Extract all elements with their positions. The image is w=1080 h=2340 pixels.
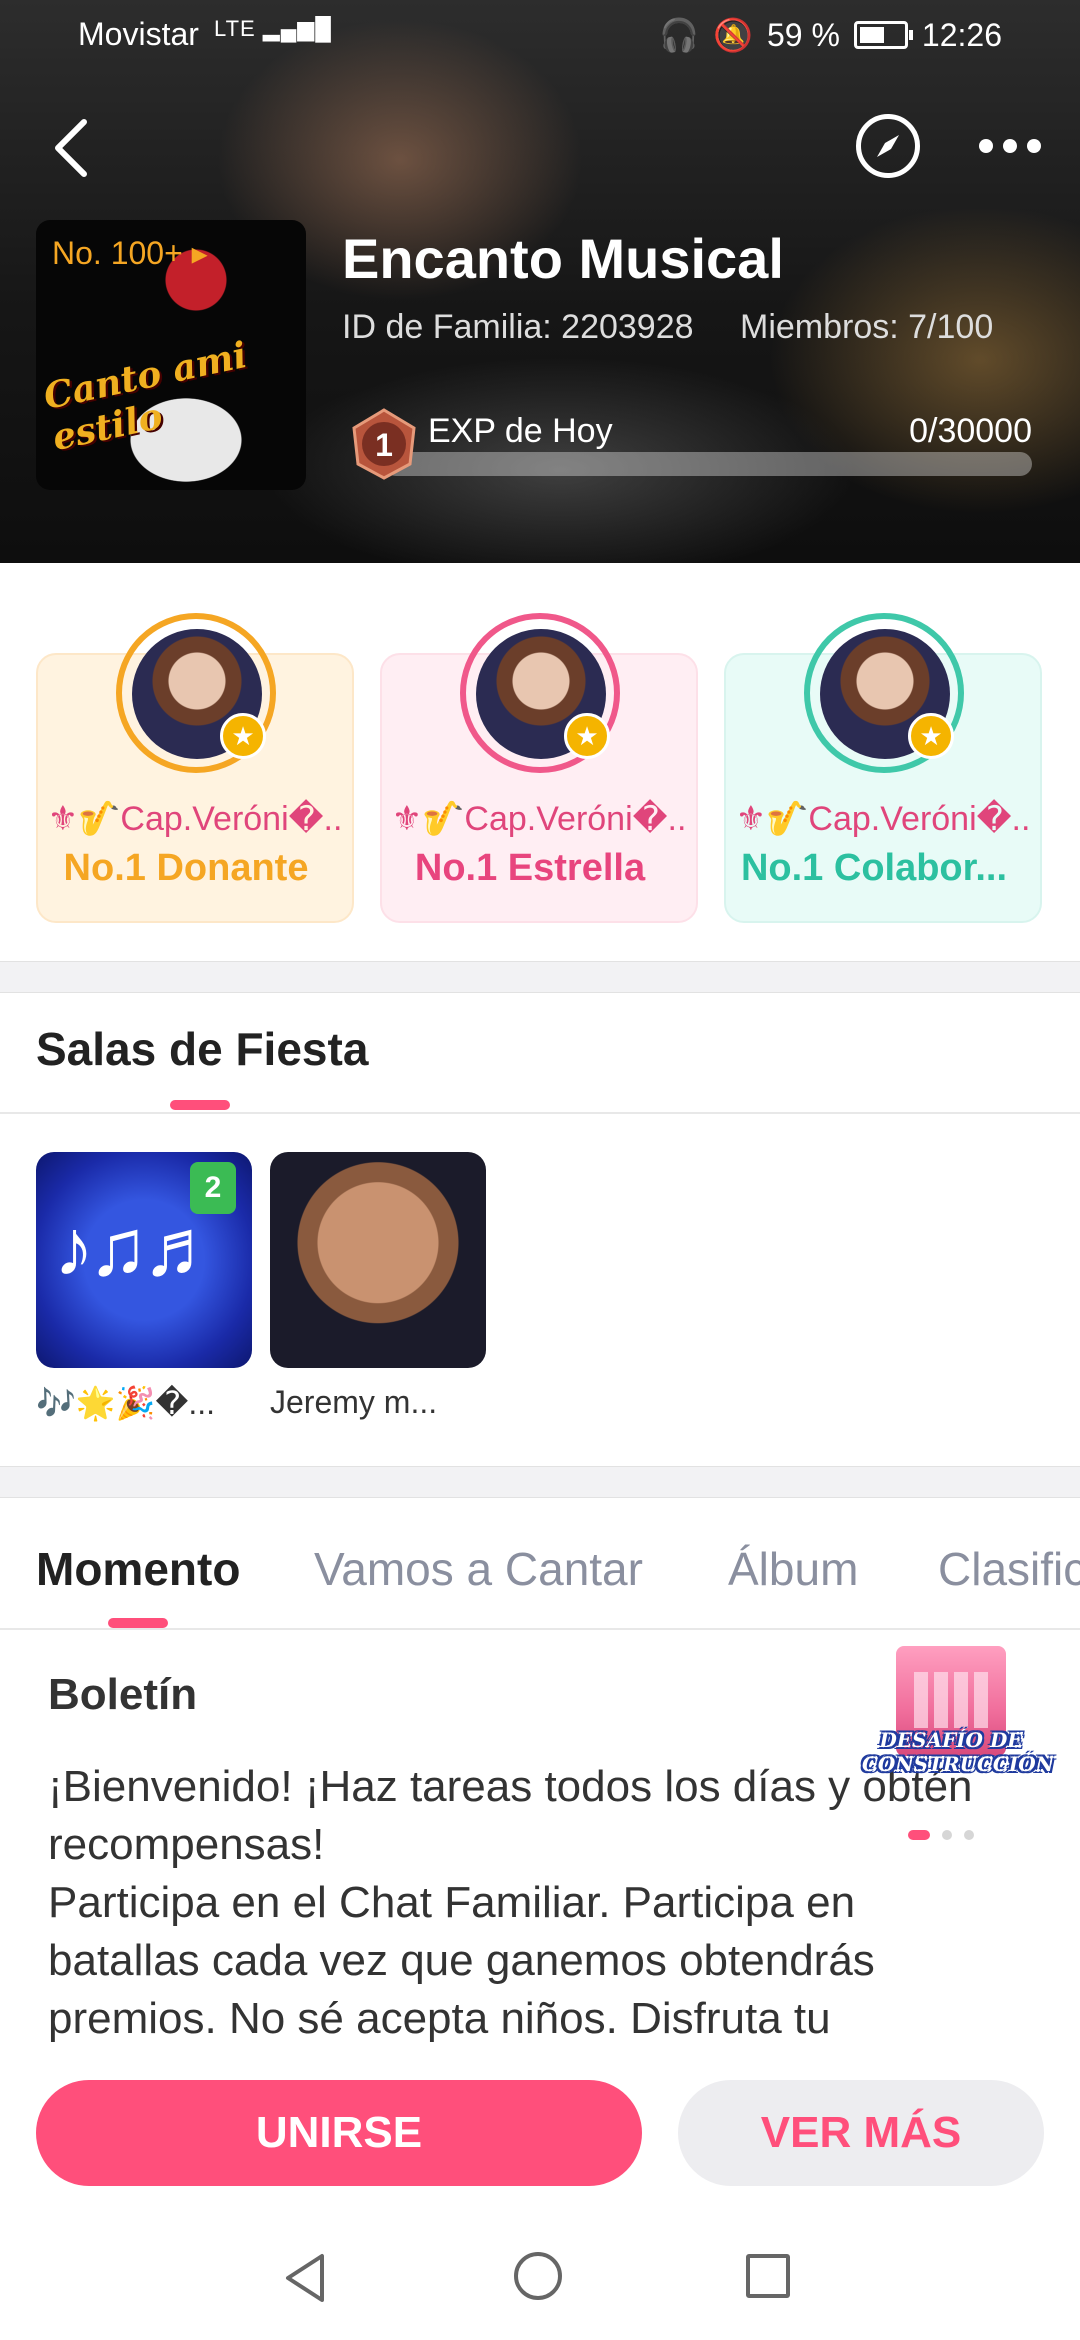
more-options-icon[interactable] xyxy=(970,126,1050,166)
system-home-icon[interactable] xyxy=(514,2252,562,2300)
family-logo-text: Canto ami estilo xyxy=(39,333,251,460)
music-notes-icon: ♪♫♬ xyxy=(54,1203,222,1292)
star-icon: ★ xyxy=(220,713,266,759)
avatar[interactable]: ★ xyxy=(116,613,276,773)
party-rooms-title: Salas de Fiesta xyxy=(36,1023,369,1075)
clock: 12:26 xyxy=(921,16,1002,53)
carrier-label: Movistar xyxy=(78,16,199,52)
level-number: 1 xyxy=(375,427,393,463)
compass-icon[interactable] xyxy=(856,114,920,178)
headphones-icon: 🎧 xyxy=(659,17,700,53)
mute-icon: 🔕 xyxy=(713,17,753,53)
party-room-thumbnail[interactable] xyxy=(270,1152,486,1368)
signal-icon: LTE ▂▄▆█ xyxy=(214,16,332,41)
system-nav-bar xyxy=(0,2200,1080,2340)
member-rank-title: No.1 Donante xyxy=(63,847,309,889)
system-recents-icon[interactable] xyxy=(746,2254,790,2298)
exp-value: 0/30000 xyxy=(909,412,1032,450)
exp-progress-bar xyxy=(384,452,1032,476)
tab-bar: Momento Vamos a Cantar Álbum Clasificaci… xyxy=(0,1500,1080,1628)
family-id: ID de Familia: 2203928 xyxy=(342,308,694,346)
party-room-name[interactable]: Jeremy m... xyxy=(270,1384,486,1421)
family-rank-badge[interactable]: No. 100+ ▸ xyxy=(52,234,208,272)
family-members: Miembros: 7/100 xyxy=(740,308,994,346)
carousel-dots xyxy=(908,1830,974,1840)
bulletin-text: ¡Bienvenido! ¡Haz tareas todos los días … xyxy=(48,1758,1008,2046)
bulletin-title: Boletín xyxy=(48,1670,198,1719)
family-avatar: No. 100+ ▸ Canto ami estilo xyxy=(36,220,306,490)
avatar[interactable]: ★ xyxy=(804,613,964,773)
member-name: ⚜🎷Cap.Veróni�.. xyxy=(391,800,687,838)
member-rank-title: No.1 Estrella xyxy=(414,847,646,889)
tab-album[interactable]: Álbum xyxy=(728,1542,858,1596)
divider xyxy=(0,1628,1080,1630)
section-underline xyxy=(170,1100,230,1110)
carousel-dot xyxy=(908,1830,930,1840)
see-more-button[interactable]: VER MÁS xyxy=(678,2080,1044,2186)
divider xyxy=(0,1112,1080,1114)
system-back-icon[interactable] xyxy=(282,2252,330,2304)
top-members-section: ★ ★ ★ ⚜🎷Cap.Veróni�.. ⚜🎷Cap.Veróni�.. ⚜🎷… xyxy=(0,563,1080,959)
carousel-dot xyxy=(964,1830,974,1840)
exp-label: EXP de Hoy xyxy=(428,412,613,450)
avatar[interactable]: ★ xyxy=(460,613,620,773)
member-name: ⚜🎷Cap.Veróni�.. xyxy=(735,800,1031,838)
party-room-thumbnail[interactable]: ♪♫♬ 2 xyxy=(36,1152,252,1368)
tab-momento[interactable]: Momento xyxy=(36,1542,240,1596)
tab-clasificacion[interactable]: Clasificación xyxy=(938,1542,1080,1596)
room-level-badge: 2 xyxy=(190,1162,236,1214)
promo-label: DESAFÍO DE CONSTRUCCIÓN xyxy=(862,1728,1054,1776)
party-room-name[interactable]: 🎶🌟🎉�... xyxy=(36,1384,252,1422)
status-bar: Movistar LTE ▂▄▆█ 🎧 🔕 59 % 12:26 xyxy=(0,0,1080,72)
family-header: Movistar LTE ▂▄▆█ 🎧 🔕 59 % 12:26 No. 100… xyxy=(0,0,1080,563)
family-name: Encanto Musical xyxy=(342,227,784,290)
carousel-dot xyxy=(942,1830,952,1840)
status-right: 🎧 🔕 59 % 12:26 xyxy=(659,16,1002,54)
back-arrow-icon[interactable] xyxy=(44,112,100,184)
bulletin-line: Participa en el Chat Familiar. Participa… xyxy=(48,1878,875,2043)
star-icon: ★ xyxy=(564,713,610,759)
battery-icon xyxy=(853,21,913,49)
tab-vamos-a-cantar[interactable]: Vamos a Cantar xyxy=(314,1542,643,1596)
tab-underline xyxy=(108,1618,168,1628)
star-icon: ★ xyxy=(908,713,954,759)
join-button[interactable]: UNIRSE xyxy=(36,2080,642,2186)
section-divider xyxy=(0,961,1080,993)
level-badge-icon: 1 xyxy=(352,408,416,480)
section-divider xyxy=(0,1466,1080,1498)
member-name: ⚜🎷Cap.Veróni�.. xyxy=(47,800,343,838)
construction-challenge-banner[interactable]: DESAFÍO DE CONSTRUCCIÓN xyxy=(862,1646,1054,1798)
battery-percent: 59 % xyxy=(766,16,840,53)
member-rank-title: No.1 Colabor... xyxy=(740,847,1008,889)
